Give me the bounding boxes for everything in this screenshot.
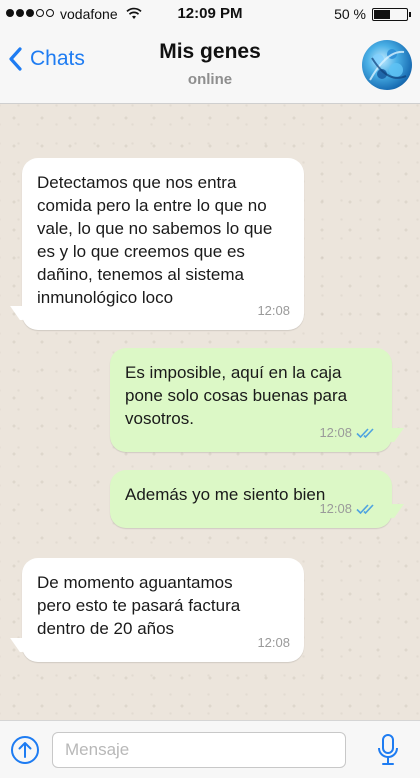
message-meta: 12:08 <box>257 299 290 322</box>
battery-percent: 50 % <box>334 6 366 22</box>
contact-avatar[interactable] <box>362 40 412 90</box>
message-text: Detectamos que nos entra comida pero la … <box>37 173 273 307</box>
battery-icon <box>372 8 411 21</box>
message-input[interactable] <box>52 732 346 768</box>
composer-bar <box>0 720 420 778</box>
microphone-icon[interactable] <box>376 733 400 767</box>
message-text: Es imposible, aquí en la caja pone solo … <box>125 363 348 428</box>
message-meta: 12:08 <box>319 421 378 444</box>
double-check-icon <box>356 427 374 438</box>
message-bubble-outgoing[interactable]: Además yo me siento bien 12:08 <box>110 470 392 528</box>
message-meta: 12:08 <box>257 631 290 654</box>
message-time: 12:08 <box>319 425 352 440</box>
battery-fill <box>374 10 390 19</box>
status-bar: vodafone 12:09 PM 50 % <box>0 0 420 28</box>
message-meta: 12:08 <box>319 497 378 520</box>
double-check-icon <box>356 503 374 514</box>
message-time: 12:08 <box>319 501 352 516</box>
message-bubble-incoming[interactable]: Detectamos que nos entra comida pero la … <box>22 158 304 330</box>
message-bubble-incoming[interactable]: De momento aguantamos pero esto te pasar… <box>22 558 304 662</box>
message-time: 12:08 <box>257 303 290 318</box>
upload-arrow-icon[interactable] <box>10 735 40 765</box>
chat-header: Chats Mis genes online <box>0 28 420 104</box>
chat-messages[interactable]: Detectamos que nos entra comida pero la … <box>0 104 420 720</box>
contact-name[interactable]: Mis genes <box>0 40 420 64</box>
message-time: 12:08 <box>257 635 290 650</box>
message-bubble-outgoing[interactable]: Es imposible, aquí en la caja pone solo … <box>110 348 392 452</box>
dna-avatar-icon <box>369 49 407 81</box>
message-text: De momento aguantamos pero esto te pasar… <box>37 573 241 638</box>
contact-status: online <box>187 71 233 88</box>
